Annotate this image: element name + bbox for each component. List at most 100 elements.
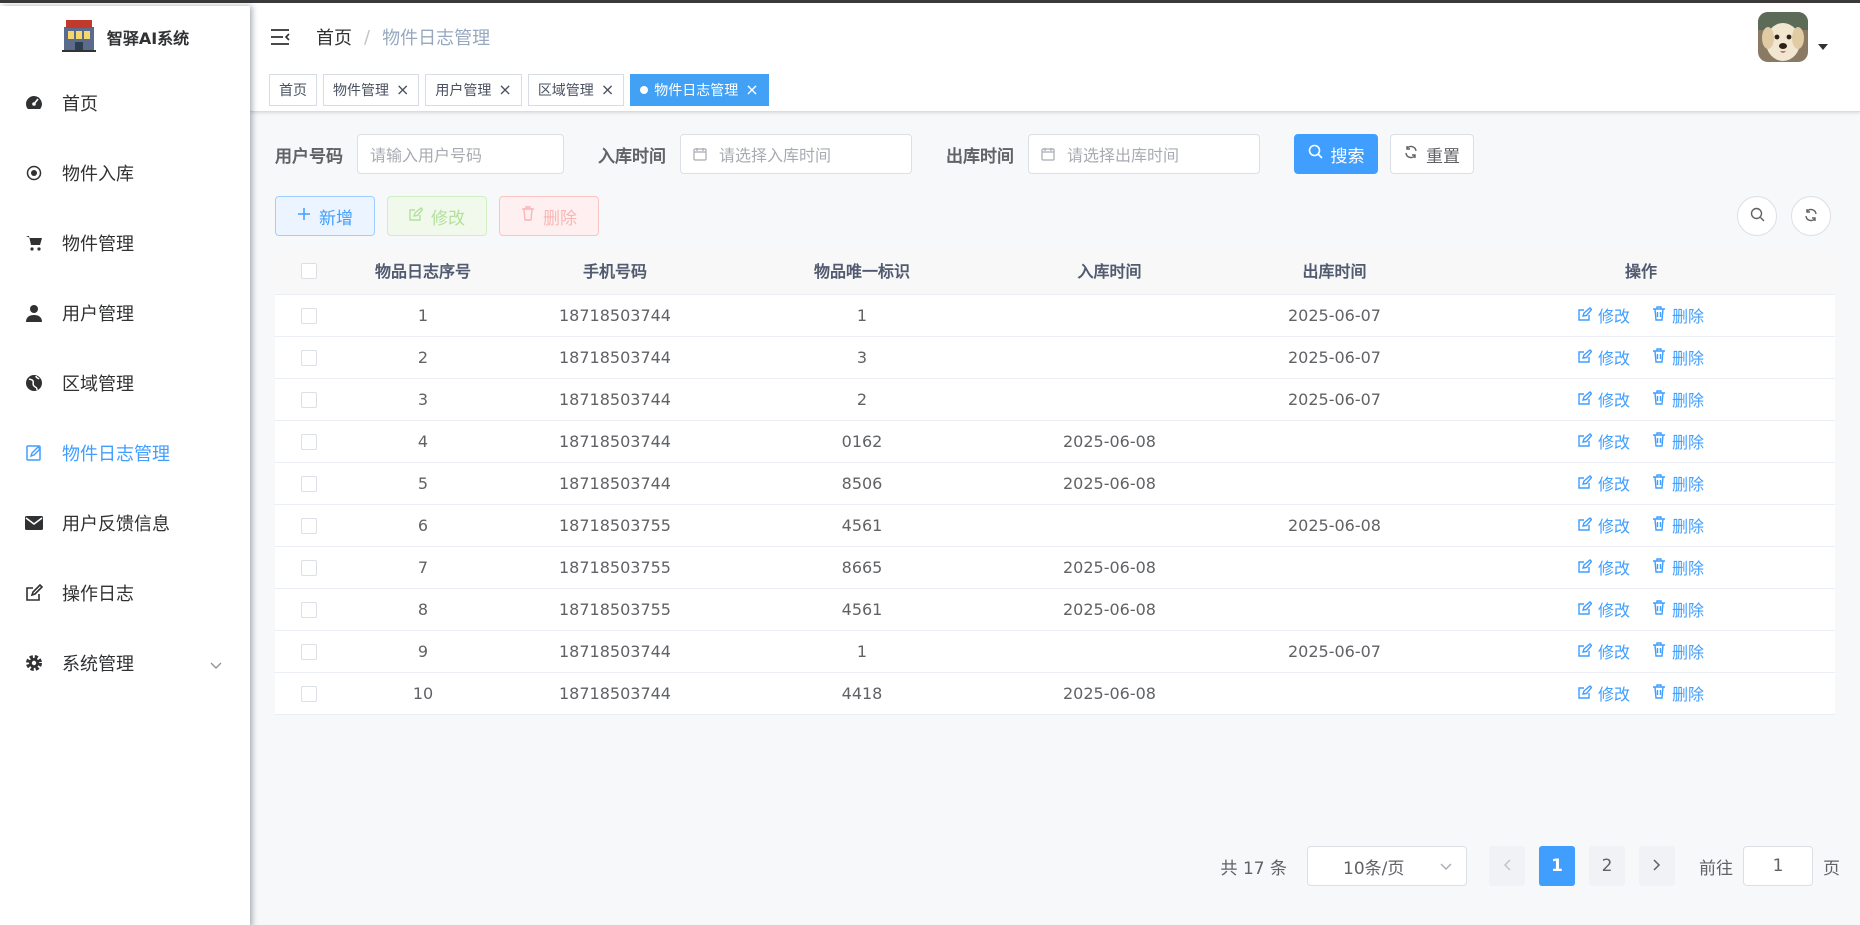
row-checkbox[interactable] bbox=[301, 686, 317, 702]
tag-regions[interactable]: 区域管理 × bbox=[527, 73, 625, 106]
row-checkbox-cell[interactable] bbox=[275, 672, 343, 714]
sidebar-item-operation-logs[interactable]: 操作日志 bbox=[0, 558, 250, 628]
edit-button[interactable]: 修改 bbox=[387, 196, 487, 236]
row-checkbox-cell[interactable] bbox=[275, 462, 343, 504]
user-number-input[interactable]: 请输入用户号码 bbox=[357, 134, 564, 174]
row-delete-button[interactable]: 删除 bbox=[1652, 639, 1704, 663]
sidebar-item-inbound[interactable]: 物件入库 bbox=[0, 138, 250, 208]
edit-icon bbox=[1578, 348, 1593, 367]
row-delete-button[interactable]: 删除 bbox=[1652, 471, 1704, 495]
breadcrumb-current: 物件日志管理 bbox=[382, 28, 491, 49]
row-checkbox[interactable] bbox=[301, 476, 317, 492]
row-edit-button[interactable]: 修改 bbox=[1578, 303, 1630, 327]
prev-page-button[interactable] bbox=[1489, 846, 1525, 886]
sidebar-item-regions[interactable]: 区域管理 bbox=[0, 348, 250, 418]
select-all-checkbox[interactable] bbox=[301, 262, 317, 279]
tag-home[interactable]: 首页 bbox=[269, 73, 317, 106]
row-edit-button[interactable]: 修改 bbox=[1578, 681, 1630, 705]
row-edit-button[interactable]: 修改 bbox=[1578, 555, 1630, 579]
cell-actions: 修改 删除 bbox=[1447, 504, 1835, 546]
cell-phone: 18718503755 bbox=[559, 515, 671, 535]
page-size-select[interactable]: 10条/页 bbox=[1307, 846, 1467, 886]
sidebar-item-home[interactable]: 首页 bbox=[0, 68, 250, 138]
row-checkbox-cell[interactable] bbox=[275, 294, 343, 336]
row-edit-label: 修改 bbox=[1597, 643, 1630, 662]
row-delete-button[interactable]: 删除 bbox=[1652, 555, 1704, 579]
cell-id: 5 bbox=[417, 473, 429, 493]
close-icon[interactable]: × bbox=[601, 81, 614, 98]
in-time-picker[interactable]: 请选择入库时间 bbox=[680, 134, 912, 174]
sidebar-item-feedback[interactable]: 用户反馈信息 bbox=[0, 488, 250, 558]
row-delete-button[interactable]: 删除 bbox=[1652, 345, 1704, 369]
row-delete-button[interactable]: 删除 bbox=[1652, 513, 1704, 537]
row-checkbox-cell[interactable] bbox=[275, 588, 343, 630]
caret-down-icon[interactable] bbox=[1818, 35, 1828, 54]
row-checkbox[interactable] bbox=[301, 434, 317, 450]
sidebar-item-system[interactable]: 系统管理 bbox=[0, 628, 250, 698]
hamburger-icon[interactable] bbox=[270, 25, 294, 49]
refresh-icon bbox=[1804, 207, 1818, 226]
row-checkbox[interactable] bbox=[301, 392, 317, 408]
row-checkbox-cell[interactable] bbox=[275, 504, 343, 546]
tag-item-logs[interactable]: 物件日志管理 × bbox=[630, 73, 769, 106]
search-button[interactable]: 搜索 bbox=[1294, 134, 1378, 174]
row-edit-button[interactable]: 修改 bbox=[1578, 471, 1630, 495]
toggle-search-button[interactable] bbox=[1737, 196, 1777, 236]
cell-in-time: 2025-06-08 bbox=[1063, 599, 1156, 619]
row-checkbox-cell[interactable] bbox=[275, 378, 343, 420]
logo[interactable]: 智驿AI系统 bbox=[0, 6, 250, 68]
row-checkbox-cell[interactable] bbox=[275, 630, 343, 672]
row-checkbox-cell[interactable] bbox=[275, 336, 343, 378]
breadcrumb-home[interactable]: 首页 bbox=[316, 24, 352, 50]
avatar[interactable] bbox=[1758, 12, 1808, 62]
refresh-button[interactable] bbox=[1791, 196, 1831, 236]
trash-icon bbox=[1652, 389, 1666, 409]
page-1-button[interactable]: 1 bbox=[1539, 846, 1575, 886]
user-menu[interactable] bbox=[1758, 12, 1828, 62]
row-delete-button[interactable]: 删除 bbox=[1652, 681, 1704, 705]
cell-uid: 1 bbox=[856, 305, 868, 325]
row-delete-button[interactable]: 删除 bbox=[1652, 429, 1704, 453]
sidebar-item-label: 区域管理 bbox=[62, 374, 134, 395]
row-edit-button[interactable]: 修改 bbox=[1578, 597, 1630, 621]
row-delete-button[interactable]: 删除 bbox=[1652, 597, 1704, 621]
row-checkbox[interactable] bbox=[301, 350, 317, 366]
row-checkbox-cell[interactable] bbox=[275, 420, 343, 462]
page-suffix: 页 bbox=[1823, 858, 1840, 879]
row-edit-button[interactable]: 修改 bbox=[1578, 639, 1630, 663]
row-edit-button[interactable]: 修改 bbox=[1578, 513, 1630, 537]
delete-button[interactable]: 删除 bbox=[499, 196, 599, 236]
row-delete-button[interactable]: 删除 bbox=[1652, 303, 1704, 327]
tag-label: 首页 bbox=[279, 82, 307, 99]
row-checkbox[interactable] bbox=[301, 518, 317, 534]
tag-items[interactable]: 物件管理 × bbox=[323, 73, 420, 106]
sidebar-item-item-logs[interactable]: 物件日志管理 bbox=[0, 418, 250, 488]
row-delete-button[interactable]: 删除 bbox=[1652, 387, 1704, 411]
next-page-button[interactable] bbox=[1639, 846, 1675, 886]
tag-users[interactable]: 用户管理 × bbox=[425, 73, 522, 106]
row-checkbox[interactable] bbox=[301, 602, 317, 618]
close-icon[interactable]: × bbox=[498, 81, 511, 98]
row-checkbox[interactable] bbox=[301, 560, 317, 576]
row-edit-button[interactable]: 修改 bbox=[1578, 387, 1630, 411]
sidebar-item-items[interactable]: 物件管理 bbox=[0, 208, 250, 278]
page-2-button[interactable]: 2 bbox=[1589, 846, 1625, 886]
row-edit-button[interactable]: 修改 bbox=[1578, 345, 1630, 369]
reset-button[interactable]: 重置 bbox=[1390, 134, 1474, 174]
row-edit-button[interactable]: 修改 bbox=[1578, 429, 1630, 453]
cell-out-time: 2025-06-07 bbox=[1288, 347, 1381, 367]
close-icon[interactable]: × bbox=[396, 81, 409, 98]
user-icon bbox=[24, 303, 44, 323]
add-button[interactable]: 新增 bbox=[275, 196, 375, 236]
sidebar-item-users[interactable]: 用户管理 bbox=[0, 278, 250, 348]
row-checkbox[interactable] bbox=[301, 644, 317, 660]
out-time-picker[interactable]: 请选择出库时间 bbox=[1028, 134, 1260, 174]
select-all-checkbox-cell[interactable] bbox=[275, 246, 343, 294]
row-checkbox[interactable] bbox=[301, 308, 317, 324]
goto-page-input[interactable]: 1 bbox=[1743, 846, 1813, 886]
close-icon[interactable]: × bbox=[745, 81, 758, 98]
sidebar-item-label: 操作日志 bbox=[62, 584, 134, 605]
row-edit-label: 修改 bbox=[1597, 307, 1630, 326]
table-row: 9 18718503744 1 2025-06-07 修改 删除 bbox=[275, 630, 1835, 672]
row-checkbox-cell[interactable] bbox=[275, 546, 343, 588]
